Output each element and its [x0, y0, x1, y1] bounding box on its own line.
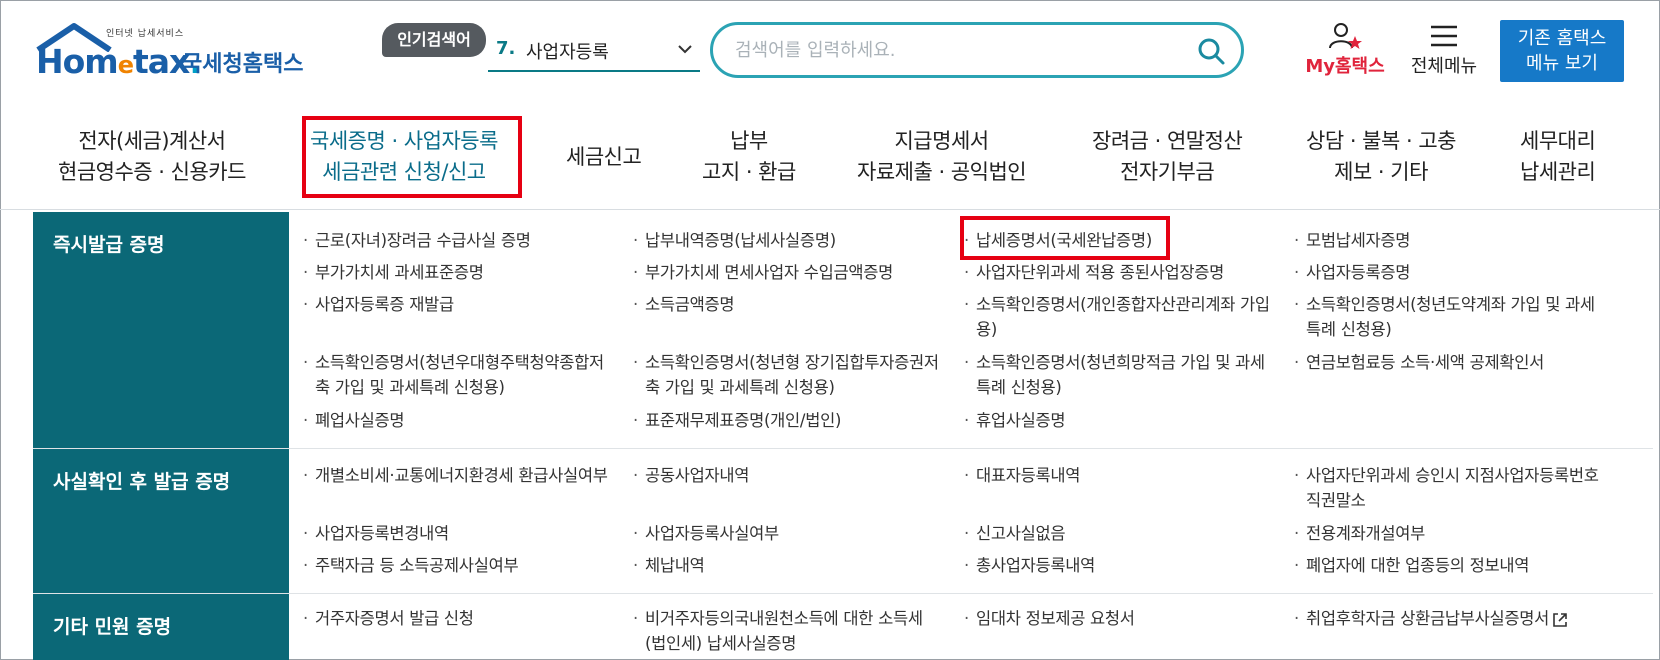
link-item[interactable]: 근로(자녀)장려금 수급사실 증명 — [303, 228, 609, 253]
link-item-external[interactable]: 취업후학자금 상환금납부사실증명서 — [1294, 606, 1624, 631]
section-title: 사실확인 후 발급 증명 — [53, 471, 231, 493]
nav-item-incentive[interactable]: 장려금 · 연말정산 전자기부금 — [1092, 126, 1243, 188]
link-item[interactable]: 공동사업자내역 — [633, 463, 939, 488]
link-item[interactable]: 소득확인증명서(청년형 장기집합투자증권저축 가입 및 과세특례 신청용) — [633, 350, 939, 400]
my-hometax-button[interactable]: My홈택스 — [1300, 22, 1390, 82]
link-item[interactable]: 총사업자등록내역 — [964, 553, 1270, 578]
link-item[interactable]: 거주자증명서 발급 신청 — [303, 606, 609, 631]
link-item[interactable]: 사업자등록증명 — [1294, 260, 1600, 285]
link-item[interactable]: 대표자등록내역 — [964, 463, 1270, 488]
highlight-box-nav — [302, 116, 522, 198]
nav-item-consulting[interactable]: 상담 · 불복 · 고충 제보 · 기타 — [1306, 126, 1456, 188]
certificate-menu-table: 즉시발급 증명 근로(자녀)장려금 수급사실 증명 납부내역증명(납세사실증명)… — [33, 212, 1660, 660]
highlight-box-tax-payment-certificate — [960, 216, 1170, 260]
section-title: 기타 민원 증명 — [53, 616, 172, 638]
nav-line: 고지 · 환급 — [702, 160, 796, 184]
nav-item-e-invoice[interactable]: 전자(세금)계산서 현금영수증 · 신용카드 — [58, 126, 246, 188]
nav-item-tax-filing[interactable]: 세금신고 — [566, 142, 642, 173]
section-title-cell: 사실확인 후 발급 증명 — [33, 449, 289, 593]
search-input[interactable] — [735, 36, 1175, 64]
nav-line: 현금영수증 · 신용카드 — [58, 160, 246, 184]
nav-item-payment-statement[interactable]: 지급명세서 자료제출 · 공익법인 — [857, 126, 1027, 188]
all-menu-label: 전체메뉴 — [1410, 56, 1478, 77]
link-item[interactable]: 소득확인증명서(개인종합자산관리계좌 가입용) — [964, 292, 1270, 342]
link-item[interactable]: 연금보험료등 소득·세액 공제확인서 — [1294, 350, 1600, 375]
popular-search-term: 사업자등록 — [526, 42, 609, 63]
search-box — [710, 22, 1244, 78]
logo-korean-name: 국세청홈택스 — [182, 52, 304, 77]
link-item[interactable]: 소득확인증명서(청년희망적금 가입 및 과세특례 신청용) — [964, 350, 1270, 400]
logo-wordmark: Hometax. — [36, 42, 202, 81]
link-item[interactable]: 임대차 정보제공 요청서 — [964, 606, 1270, 631]
section-title-cell: 기타 민원 증명 — [33, 594, 289, 660]
nav-line: 지급명세서 — [894, 129, 989, 153]
nav-line: 납세관리 — [1520, 160, 1596, 184]
link-item[interactable]: 폐업자에 대한 업종등의 정보내역 — [1294, 553, 1600, 578]
chevron-down-icon — [678, 45, 692, 54]
nav-line: 제보 · 기타 — [1334, 160, 1428, 184]
link-item[interactable]: 사업자등록사실여부 — [633, 521, 939, 546]
nav-line: 상담 · 불복 · 고충 — [1306, 129, 1456, 153]
nav-item-tax-agent[interactable]: 세무대리 납세관리 — [1520, 126, 1596, 188]
hamburger-menu-icon — [1431, 25, 1457, 47]
link-item[interactable]: 소득확인증명서(청년도약계좌 가입 및 과세특례 신청용) — [1294, 292, 1600, 342]
link-item[interactable]: 모범납세자증명 — [1294, 228, 1600, 253]
link-item[interactable]: 소득금액증명 — [633, 292, 939, 317]
link-item[interactable]: 표준재무제표증명(개인/법인) — [633, 408, 939, 433]
popular-search-rank: 7. — [496, 38, 516, 59]
link-item[interactable]: 폐업사실증명 — [303, 408, 609, 433]
nav-line: 세금신고 — [566, 145, 642, 169]
section-title: 즉시발급 증명 — [53, 234, 165, 256]
hometax-logo[interactable]: 인터넷 납세서비스 Hometax. 국세청홈택스 — [34, 22, 304, 84]
link-item[interactable]: 사업자단위과세 승인시 지점사업자등록번호 직권말소 — [1294, 463, 1600, 513]
external-link-icon — [1553, 612, 1567, 627]
search-icon[interactable] — [1195, 35, 1227, 67]
link-item[interactable]: 부가가치세 면세사업자 수입금액증명 — [633, 260, 939, 285]
link-item[interactable]: 체납내역 — [633, 553, 939, 578]
section-row-immediate: 즉시발급 증명 근로(자녀)장려금 수급사실 증명 납부내역증명(납세사실증명)… — [33, 212, 1653, 449]
link-item[interactable]: 사업자등록증 재발급 — [303, 292, 609, 317]
link-item[interactable]: 휴업사실증명 — [964, 408, 1270, 433]
old-hometax-line1: 기존 홈택스 — [1517, 28, 1607, 49]
main-navigation: 전자(세금)계산서 현금영수증 · 신용카드 국세증명 · 사업자등록 세금관련… — [0, 110, 1660, 210]
nav-line: 장려금 · 연말정산 — [1092, 129, 1243, 153]
link-item[interactable]: 부가가치세 과세표준증명 — [303, 260, 609, 285]
link-item[interactable]: 사업자단위과세 적용 종된사업장증명 — [964, 260, 1270, 285]
nav-line: 자료제출 · 공익법인 — [857, 160, 1027, 184]
link-item[interactable]: 주택자금 등 소득공제사실여부 — [303, 553, 609, 578]
link-item[interactable]: 납부내역증명(납세사실증명) — [633, 228, 939, 253]
old-hometax-line2: 메뉴 보기 — [1526, 53, 1598, 74]
nav-line: 세무대리 — [1520, 129, 1596, 153]
section-row-verified: 사실확인 후 발급 증명 개별소비세·교통에너지환경세 환급사실여부 공동사업자… — [33, 449, 1653, 594]
link-item[interactable]: 비거주자등의국내원천소득에 대한 소득세(법인세) 납세사실증명 — [633, 606, 939, 656]
link-label: 취업후학자금 상환금납부사실증명서 — [1306, 609, 1550, 628]
all-menu-button[interactable]: 전체메뉴 — [1402, 22, 1486, 82]
nav-item-payment[interactable]: 납부 고지 · 환급 — [702, 126, 796, 188]
link-item[interactable]: 소득확인증명서(청년우대형주택청약종합저축 가입 및 과세특례 신청용) — [303, 350, 609, 400]
popular-search-select[interactable]: 7. 사업자등록 — [488, 30, 700, 72]
nav-line: 납부 — [730, 129, 768, 153]
user-star-icon — [1329, 23, 1362, 49]
logo-subtitle: 인터넷 납세서비스 — [106, 29, 185, 39]
nav-line: 전자기부금 — [1120, 160, 1215, 184]
popular-search-badge: 인기검색어 — [382, 23, 486, 57]
link-item[interactable]: 사업자등록변경내역 — [303, 521, 609, 546]
section-title-cell: 즉시발급 증명 — [33, 212, 289, 448]
my-hometax-label: My홈택스 — [1305, 56, 1385, 77]
old-hometax-menu-button[interactable]: 기존 홈택스 메뉴 보기 — [1500, 20, 1624, 82]
link-item[interactable]: 신고사실없음 — [964, 521, 1270, 546]
link-item[interactable]: 개별소비세·교통에너지환경세 환급사실여부 — [303, 463, 609, 488]
link-item[interactable]: 전용계좌개설여부 — [1294, 521, 1600, 546]
section-row-other: 기타 민원 증명 거주자증명서 발급 신청 비거주자등의국내원천소득에 대한 소… — [33, 594, 1653, 660]
nav-line: 전자(세금)계산서 — [78, 129, 226, 153]
